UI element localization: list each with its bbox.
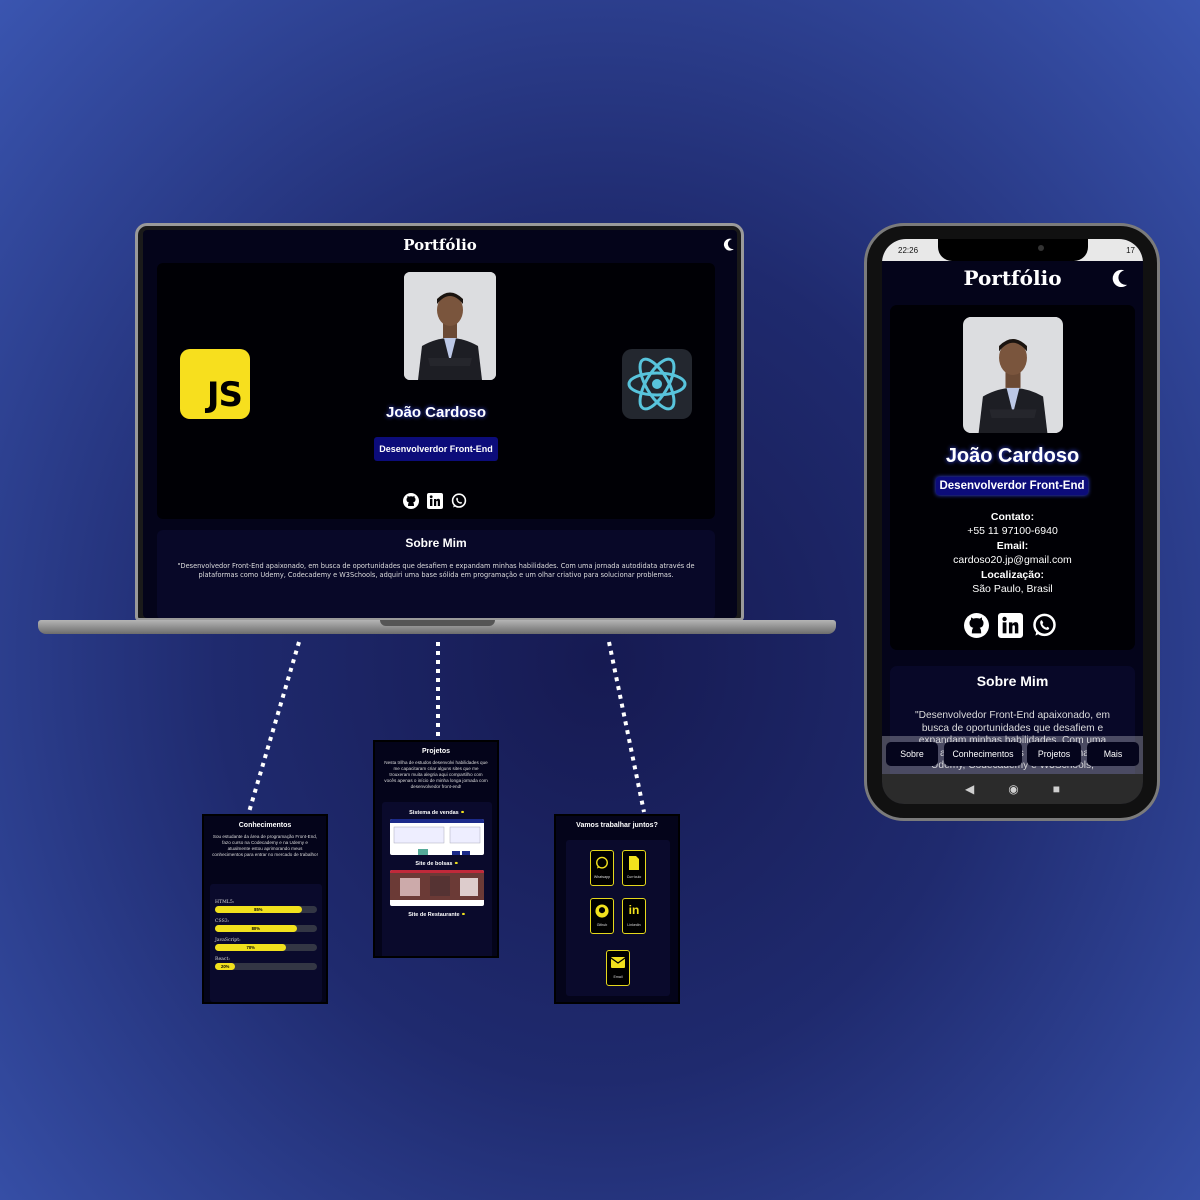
project-title[interactable]: Site de bolsas ⚭ — [382, 861, 492, 867]
phone-screen: 22:26 17 Portfólio João Cardoso Desenvol… — [882, 239, 1143, 804]
social-links — [964, 613, 1057, 643]
github-button[interactable]: Github — [590, 898, 614, 934]
about-text: "Desenvolvedor Front-End apaixonado, em … — [177, 562, 695, 579]
status-bar: 22:26 17 — [882, 239, 1143, 261]
github-icon[interactable] — [964, 613, 989, 643]
skill-label: React: — [215, 957, 230, 962]
location-label: Localização: — [980, 569, 1045, 581]
skill-bar: 20% — [215, 963, 317, 970]
skill-fill: 80% — [215, 925, 297, 932]
profile-photo — [963, 317, 1063, 433]
whatsapp-icon[interactable] — [1032, 613, 1057, 643]
skills-panel: HTML5: 85% CSS3: 80% JavaScript: 70% Rea… — [210, 884, 322, 1002]
link-icon: ⚭ — [460, 810, 465, 816]
nav-projetos[interactable]: Projetos — [1027, 742, 1081, 766]
section-title: Vamos trabalhar juntos? — [576, 822, 658, 829]
contact-screen: Vamos trabalhar juntos? Whatsapp Currícu… — [554, 814, 680, 1004]
skill-label: HTML5: — [215, 900, 235, 905]
email-button[interactable]: Email — [606, 950, 630, 986]
role-badge: Desenvolverdor Front-End — [374, 437, 498, 461]
knowledge-screen: Conhecimentos Sou estudante da área de p… — [202, 814, 328, 1004]
laptop-hinge — [380, 620, 495, 626]
skill-fill: 85% — [215, 906, 302, 913]
moon-icon[interactable] — [1111, 269, 1129, 294]
profile-card: João Cardoso Desenvolverdor Front-End Co… — [890, 305, 1135, 650]
skill-bar: 70% — [215, 944, 317, 951]
email-address: cardoso20.jp@gmail.com — [953, 553, 1072, 566]
nav-mais[interactable]: Mais — [1087, 742, 1139, 766]
recents-icon[interactable]: ■ — [1053, 782, 1060, 796]
section-title: Conhecimentos — [238, 822, 292, 829]
projects-text: Nesta trilha de estudos desenvolvi habil… — [384, 760, 488, 789]
project-title[interactable]: Sistema de vendas ⚭ — [382, 810, 492, 816]
back-icon[interactable]: ◀ — [965, 782, 974, 796]
knowledge-text: Sou estudante da área de programação Fro… — [212, 834, 318, 857]
status-battery: 17 — [1126, 246, 1135, 255]
skill-label: JavaScript: — [215, 938, 241, 943]
profile-name: João Cardoso — [385, 404, 487, 421]
social-links — [403, 493, 467, 514]
projects-screen: Projetos Nesta trilha de estudos desenvo… — [373, 740, 499, 958]
contact-info: Contato: +55 11 97100-6940 Email: cardos… — [890, 511, 1135, 596]
projects-panel: Sistema de vendas ⚭ Site de bolsas ⚭ Sit… — [382, 802, 492, 956]
link-icon: ⚭ — [461, 912, 466, 918]
email-label: Email: — [996, 540, 1029, 552]
laptop-screen: Portfólio JS João Cardoso Desenvolverdor… — [143, 230, 737, 618]
whatsapp-icon[interactable] — [451, 493, 467, 514]
resume-button[interactable]: Currículo — [622, 850, 646, 886]
skill-label: CSS3: — [215, 919, 230, 924]
whatsapp-button[interactable]: Whatsapp — [590, 850, 614, 886]
section-title: Projetos — [421, 748, 450, 755]
profile-name: João Cardoso — [945, 445, 1080, 467]
contact-label: Contato: — [990, 511, 1035, 523]
skill-bar: 80% — [215, 925, 317, 932]
skill-fill: 70% — [215, 944, 287, 951]
home-icon[interactable]: ◉ — [1008, 782, 1018, 796]
project-thumbnail[interactable] — [390, 819, 484, 855]
project-thumbnail[interactable] — [390, 870, 484, 906]
phone-number: +55 11 97100-6940 — [967, 524, 1058, 537]
bottom-nav: Sobre Conhecimentos Projetos Mais — [882, 736, 1143, 774]
about-section: Sobre Mim "Desenvolvedor Front-End apaix… — [157, 530, 715, 618]
profile-photo — [404, 272, 496, 380]
page-title: Portfólio — [963, 266, 1062, 290]
project-title[interactable]: Site de Restaurante ⚭ — [382, 912, 492, 918]
nav-sobre[interactable]: Sobre — [886, 742, 938, 766]
nav-conhecimentos[interactable]: Conhecimentos — [944, 742, 1022, 766]
profile-card: JS João Cardoso Desenvolverdor Front-End — [157, 263, 715, 519]
skill-fill: 20% — [215, 963, 236, 970]
status-time: 22:26 — [898, 246, 919, 255]
moon-icon[interactable] — [723, 238, 735, 257]
linkedin-icon: in — [628, 903, 640, 917]
page-title: Portfólio — [403, 236, 477, 254]
linkedin-icon[interactable] — [998, 613, 1023, 643]
section-title: Sobre Mim — [405, 536, 467, 550]
skill-bar: 85% — [215, 906, 317, 913]
section-title: Sobre Mim — [976, 673, 1049, 689]
link-icon: ⚭ — [453, 861, 459, 867]
contact-panel: Whatsapp Currículo Github in Linkedin Em… — [566, 840, 670, 996]
location-value: São Paulo, Brasil — [972, 582, 1053, 595]
linkedin-icon[interactable] — [427, 493, 443, 514]
linkedin-button[interactable]: in Linkedin — [622, 898, 646, 934]
role-badge: Desenvolverdor Front-End — [936, 477, 1088, 495]
phone-notch — [938, 239, 1088, 261]
github-icon[interactable] — [403, 493, 419, 514]
system-nav-bar: ◀ ◉ ■ — [882, 774, 1143, 804]
